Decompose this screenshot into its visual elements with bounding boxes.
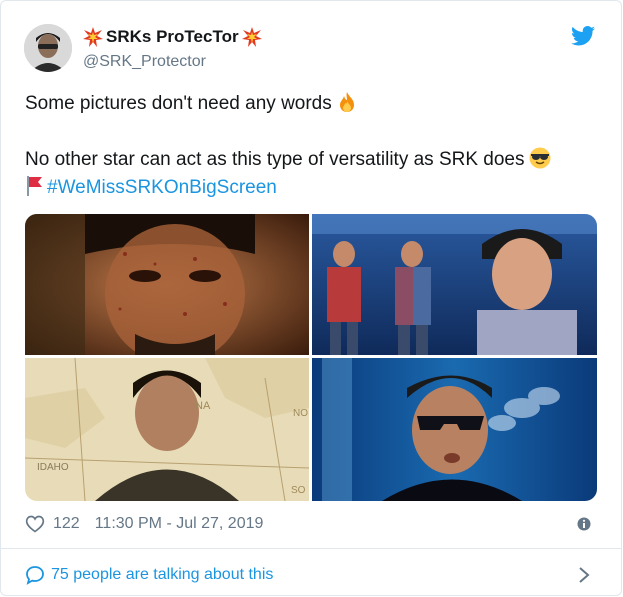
map-label-na: NA	[195, 400, 211, 412]
author-display-name: SRKs ProTecTor	[106, 27, 239, 46]
photo-4[interactable]	[312, 358, 597, 501]
collision-emoji-icon	[241, 27, 262, 47]
chevron-right-icon[interactable]	[577, 565, 591, 585]
photo-1[interactable]	[25, 214, 309, 355]
twitter-bird-icon[interactable]	[571, 26, 595, 46]
photo-2[interactable]	[312, 214, 597, 355]
map-label-so: SO	[291, 485, 306, 496]
author-name-row[interactable]: SRKs ProTecTor	[83, 27, 262, 47]
info-icon[interactable]	[577, 517, 591, 531]
hashtag-link[interactable]: #WeMissSRKOnBigScreen	[47, 177, 277, 198]
tweet-line-2-text: No other star can act as this type of ve…	[25, 149, 525, 170]
tweet-text-line-3: #WeMissSRKOnBigScreen	[25, 174, 605, 201]
map-label-idaho: IDAHO	[37, 462, 69, 473]
heart-icon[interactable]	[25, 514, 45, 534]
tweet-text-line-1: Some pictures don't need any words	[25, 90, 605, 117]
tweet-text-line-2: No other star can act as this type of ve…	[25, 146, 605, 173]
tweet-timestamp[interactable]: 11:30 PM - Jul 27, 2019	[95, 515, 264, 533]
avatar[interactable]	[24, 24, 72, 72]
like-count[interactable]: 122	[53, 515, 80, 533]
collision-emoji-icon	[83, 27, 103, 47]
conversation-link[interactable]: 75 people are talking about this	[25, 565, 273, 585]
map-label-no: NO	[293, 408, 308, 419]
photo-3[interactable]: NA NO IDAHO SO	[25, 358, 309, 501]
divider	[1, 548, 621, 549]
tweet-line-1-text: Some pictures don't need any words	[25, 93, 332, 114]
sunglasses-emoji-icon	[529, 147, 551, 169]
media-grid[interactable]: NA NO IDAHO SO	[25, 214, 597, 501]
red-flag-emoji-icon	[27, 176, 42, 196]
tweet-card: SRKs ProTecTor @SRK_Protector Some pictu…	[0, 0, 622, 596]
fire-emoji-icon	[339, 92, 354, 112]
speech-bubble-icon	[26, 566, 44, 585]
author-handle[interactable]: @SRK_Protector	[83, 53, 206, 71]
tweet-meta: 122 11:30 PM - Jul 27, 2019	[25, 514, 263, 534]
conversation-text: 75 people are talking about this	[51, 566, 274, 583]
